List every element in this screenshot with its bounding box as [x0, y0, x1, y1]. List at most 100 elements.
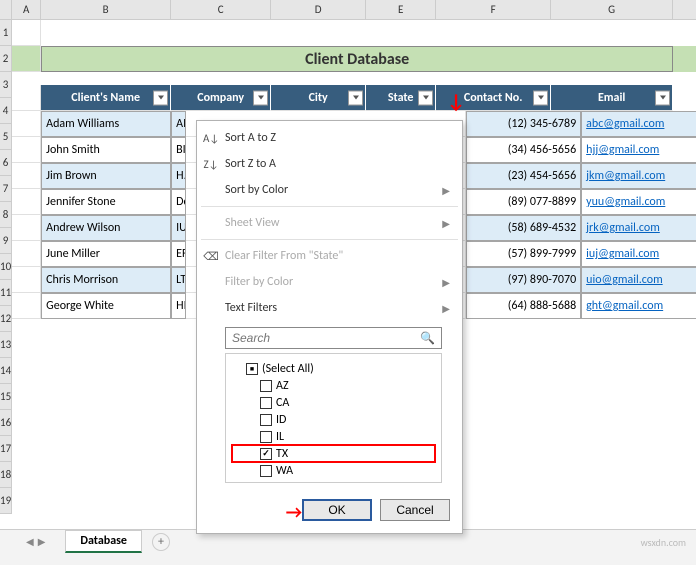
sheet-tab-database[interactable]: Database	[65, 530, 142, 553]
col-header[interactable]: B	[41, 0, 171, 19]
cell-name[interactable]: Adam Williams	[41, 111, 171, 137]
row-header[interactable]: 8	[0, 202, 11, 228]
check-wa[interactable]: WA	[232, 462, 435, 479]
cell-contact[interactable]: (34) 456-5656	[466, 137, 581, 163]
cell-name[interactable]: Chris Morrison	[41, 267, 171, 293]
cell-contact[interactable]: (89) 077-8899	[466, 189, 581, 215]
cell-contact[interactable]: (64) 888-5688	[466, 293, 581, 319]
cell-email[interactable]: hjj@gmail.com	[581, 137, 696, 163]
chevron-left-icon[interactable]: ◀	[26, 535, 34, 548]
cell-email[interactable]: uio@gmail.com	[581, 267, 696, 293]
filter-button[interactable]	[153, 90, 168, 105]
cell-company[interactable]: IU	[171, 215, 186, 241]
filter-button[interactable]	[418, 90, 433, 105]
cell-company[interactable]: BI	[171, 137, 186, 163]
checkbox-icon[interactable]	[260, 380, 272, 392]
cell-email[interactable]: jkm@gmail.com	[581, 163, 696, 189]
checkbox-icon[interactable]	[260, 431, 272, 443]
row-header[interactable]: 1	[0, 20, 11, 46]
cell[interactable]	[12, 85, 41, 111]
check-ca[interactable]: CA	[232, 394, 435, 411]
row-header[interactable]: 16	[0, 410, 11, 436]
cell-email[interactable]: ght@gmail.com	[581, 293, 696, 319]
cell-email[interactable]: abc@gmail.com	[581, 111, 696, 137]
row-header[interactable]: 17	[0, 436, 11, 462]
cell-email[interactable]: yuu@gmail.com	[581, 189, 696, 215]
select-all-corner[interactable]	[0, 0, 11, 20]
cell-email[interactable]: jrk@gmail.com	[581, 215, 696, 241]
cell-name[interactable]: June Miller	[41, 241, 171, 267]
row-header[interactable]: 4	[0, 98, 11, 124]
checkbox-icon[interactable]	[260, 397, 272, 409]
search-box[interactable]: 🔍	[225, 327, 442, 349]
cell-company[interactable]: HI	[171, 293, 186, 319]
col-header[interactable]: F	[436, 0, 551, 19]
cell[interactable]	[12, 137, 41, 163]
check-il[interactable]: IL	[232, 428, 435, 445]
filter-button[interactable]	[348, 90, 363, 105]
row-header[interactable]: 3	[0, 72, 11, 98]
col-header[interactable]: G	[551, 0, 673, 19]
sort-az-item[interactable]: A↓Sort A to Z	[197, 125, 462, 151]
cell-email[interactable]: iuj@gmail.com	[581, 241, 696, 267]
cell[interactable]	[12, 111, 41, 137]
row-header[interactable]: 5	[0, 124, 11, 150]
check-id[interactable]: ID	[232, 411, 435, 428]
row-header[interactable]: 14	[0, 358, 11, 384]
col-header[interactable]: C	[171, 0, 271, 19]
cell[interactable]	[12, 267, 41, 293]
ok-button[interactable]: OK	[302, 499, 372, 521]
row-header[interactable]: 9	[0, 228, 11, 254]
sort-za-item[interactable]: Z↓Sort Z to A	[197, 151, 462, 177]
cell[interactable]	[12, 241, 41, 267]
checkbox-icon[interactable]	[260, 414, 272, 426]
row-header[interactable]: 10	[0, 254, 11, 280]
sheet-view-item[interactable]: Sheet View▶	[197, 210, 462, 236]
chevron-right-icon[interactable]: ▶	[38, 535, 46, 548]
filter-button[interactable]	[655, 90, 670, 105]
cell-name[interactable]: John Smith	[41, 137, 171, 163]
cell-company[interactable]: Dc	[171, 189, 186, 215]
cell[interactable]	[12, 46, 41, 72]
cell-company[interactable]: LT	[171, 267, 186, 293]
cell-name[interactable]: George White	[41, 293, 171, 319]
cell[interactable]	[12, 72, 41, 85]
checkbox-icon[interactable]	[260, 465, 272, 477]
check-az[interactable]: AZ	[232, 377, 435, 394]
row-header[interactable]: 15	[0, 384, 11, 410]
check-select-all[interactable]: (Select All)	[232, 360, 435, 377]
search-input[interactable]	[232, 331, 420, 345]
cell[interactable]	[12, 189, 41, 215]
check-tx[interactable]: TX	[232, 445, 435, 462]
cell-company[interactable]: AI	[171, 111, 186, 137]
col-header[interactable]: D	[271, 0, 366, 19]
filter-button[interactable]	[533, 90, 548, 105]
sort-by-color-item[interactable]: Sort by Color▶	[197, 177, 462, 203]
cell-contact[interactable]: (58) 689-4532	[466, 215, 581, 241]
row-header[interactable]: 18	[0, 462, 11, 488]
tab-nav[interactable]: ◀▶	[26, 535, 45, 548]
row-header[interactable]: 19	[0, 488, 11, 514]
cell-contact[interactable]: (97) 890-7070	[466, 267, 581, 293]
cell[interactable]	[12, 163, 41, 189]
row-header[interactable]: 6	[0, 150, 11, 176]
checkbox-icon[interactable]	[246, 363, 258, 375]
cell-contact[interactable]: (23) 454-5656	[466, 163, 581, 189]
add-sheet-button[interactable]: +	[152, 533, 170, 551]
row-header[interactable]: 7	[0, 176, 11, 202]
row-header[interactable]: 12	[0, 306, 11, 332]
cell-company[interactable]: EF	[171, 241, 186, 267]
cell-name[interactable]: Jennifer Stone	[41, 189, 171, 215]
row-header[interactable]: 2	[0, 46, 11, 72]
filter-by-color-item[interactable]: Filter by Color▶	[197, 269, 462, 295]
cell-contact[interactable]: (57) 899-7999	[466, 241, 581, 267]
row-header[interactable]: 13	[0, 332, 11, 358]
cell[interactable]	[12, 20, 41, 46]
cell[interactable]	[12, 293, 41, 319]
text-filters-item[interactable]: Text Filters▶	[197, 295, 462, 321]
cell-contact[interactable]: (12) 345-6789	[466, 111, 581, 137]
filter-value-list[interactable]: (Select All) AZ CA ID IL TX WA	[225, 353, 442, 483]
cell-company[interactable]: H.	[171, 163, 186, 189]
filter-button[interactable]	[253, 90, 268, 105]
col-header[interactable]: E	[366, 0, 436, 19]
